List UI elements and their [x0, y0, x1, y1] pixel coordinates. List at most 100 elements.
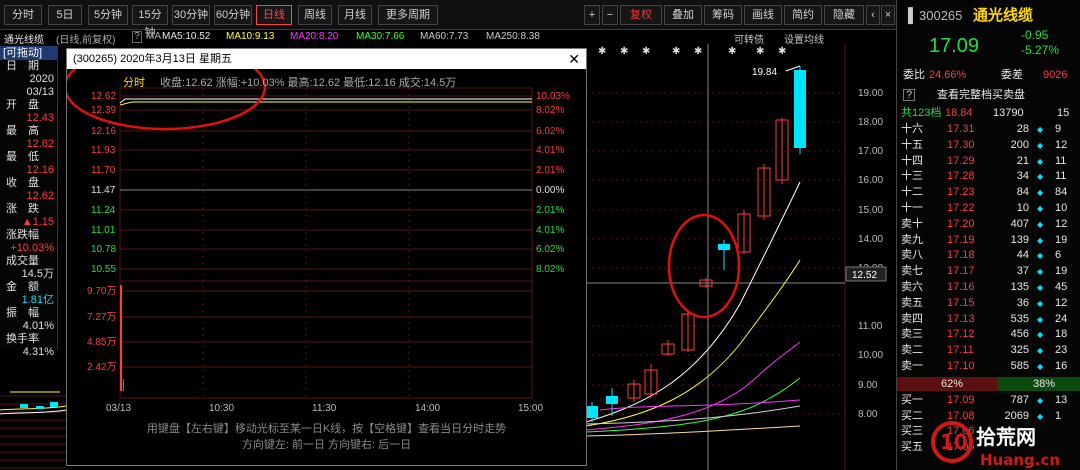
- info-value: 14.5万: [21, 268, 54, 280]
- order-book-vol: 10: [1016, 202, 1029, 214]
- info-label: 涨跌幅: [6, 229, 39, 241]
- intraday-avg-line: [119, 101, 532, 106]
- menu-icon[interactable]: ▐: [903, 8, 913, 23]
- full-book-row[interactable]: ? 查看完整档买卖盘: [897, 88, 1080, 103]
- intraday-pct-tick: 6.02%: [536, 126, 564, 137]
- help-icon[interactable]: ?: [132, 31, 142, 43]
- period-tab-weekly[interactable]: 周线: [298, 5, 332, 25]
- order-book-row: 卖五 17.15 36 12 ◆: [897, 296, 1080, 311]
- order-book-vol: 200: [1010, 138, 1029, 151]
- period-tab-5min[interactable]: 5分钟: [88, 5, 128, 25]
- book-total-row: 共123档 18.84 13790 15: [897, 106, 1080, 121]
- zoom-in-button[interactable]: +: [584, 5, 600, 25]
- order-book-vol: 407: [1010, 217, 1029, 230]
- period-tab-5day[interactable]: 5日: [48, 5, 82, 25]
- close-icon[interactable]: ✕: [568, 50, 580, 68]
- site-watermark: 10 拾荒网 Huang.cn: [930, 418, 1080, 470]
- period-tab-15min[interactable]: 15分钟: [132, 5, 168, 39]
- order-book-vol: 325: [1010, 344, 1029, 357]
- order-book-row: 十四 17.29 21 11 ◆: [897, 154, 1080, 169]
- info-value: 03/13: [26, 86, 54, 98]
- ma10-value: MA10:9.13: [226, 31, 275, 42]
- volume-bar: [120, 285, 122, 391]
- diamond-icon: ◆: [1037, 172, 1044, 182]
- order-book-label: 卖一: [901, 360, 923, 372]
- order-book-n: 9: [1055, 123, 1062, 135]
- stock-code: 300265: [919, 8, 963, 23]
- chips-button[interactable]: 筹码: [704, 5, 742, 25]
- y-tick-label: 17.00: [858, 146, 883, 157]
- drag-handle[interactable]: [可拖动]: [0, 46, 57, 60]
- order-book-vol: 28: [1016, 123, 1029, 135]
- ma30-value: MA30:7.66: [356, 31, 405, 42]
- order-book-row: 卖三 17.12 456 18 ◆: [897, 327, 1080, 342]
- info-label: 金 额: [6, 281, 39, 293]
- overlay-button[interactable]: 叠加: [664, 5, 702, 25]
- order-book-row: 卖七 17.17 37 19 ◆: [897, 264, 1080, 279]
- volume-tick: 4.85万: [87, 337, 116, 348]
- zoom-out-button[interactable]: −: [602, 5, 618, 25]
- period-tab-daily[interactable]: 日线: [256, 5, 292, 25]
- bar-info-panel[interactable]: [可拖动] 日 期 2020 03/13 开 盘 12.43 最 高 12.62 最 低 12.…: [0, 46, 58, 358]
- draw-line-button[interactable]: 画线: [744, 5, 782, 25]
- diamond-icon: ◆: [1037, 283, 1044, 292]
- popup-hint-keys: 方向键左: 前一日 方向键右: 后一日: [241, 439, 412, 451]
- order-book-row: 卖八 17.18 44 6 ◆: [897, 248, 1080, 263]
- ratio-right: 38%: [1033, 378, 1056, 390]
- ma-legend: 通光线缆 (日线,前复权) ? MA MA5:10.52 MA10:9.13 M…: [0, 30, 896, 46]
- period-tab-more[interactable]: 更多周期: [378, 5, 438, 25]
- order-book-price: 17.19: [947, 233, 975, 246]
- order-book-row: 十二 17.23 84 84 ◆: [897, 185, 1080, 200]
- ma10-line: [585, 259, 801, 427]
- order-book-vol: 535: [1010, 312, 1029, 325]
- diamond-icon: ◆: [1037, 156, 1044, 166]
- order-book-price: 17.31: [947, 123, 975, 135]
- order-book-row: 卖四 17.13 535 24 ◆: [897, 312, 1080, 327]
- event-star-icon: ✱: [694, 46, 702, 57]
- last-price: 17.09: [929, 35, 980, 57]
- volume-bar: [123, 379, 124, 391]
- order-book-label: 十四: [901, 154, 923, 167]
- price-row: 17.09 -0.95 -5.27%: [897, 28, 1080, 58]
- full-book-link[interactable]: 查看完整档买卖盘: [937, 88, 1025, 103]
- help-icon[interactable]: ?: [903, 89, 915, 101]
- order-book-price: 17.30: [947, 138, 975, 151]
- order-book-vol: 37: [1016, 265, 1029, 278]
- hide-button[interactable]: 隐藏: [824, 5, 864, 25]
- order-book-row: 卖九 17.19 139 19 ◆: [897, 233, 1080, 248]
- prev-arrow-icon[interactable]: ‹: [866, 5, 880, 25]
- order-book-label: 卖四: [901, 312, 923, 325]
- event-star-icon: ✱: [672, 46, 680, 57]
- order-book-n: 45: [1055, 281, 1068, 293]
- y-tick-label: 15.00: [858, 205, 883, 216]
- order-book-price: 17.23: [947, 186, 975, 199]
- popup-info: 分时 收盘:12.62 涨幅:+10.03% 最高:12.62 最低:12.16…: [123, 74, 456, 90]
- adjust-button[interactable]: 复权: [620, 5, 662, 25]
- y-tick-label: 19.00: [858, 88, 883, 99]
- order-book-vol: 36: [1016, 296, 1029, 309]
- order-book-price: 17.28: [947, 170, 975, 183]
- order-book-n: 16: [1055, 360, 1068, 372]
- period-tab-60min[interactable]: 60分钟: [214, 5, 252, 25]
- order-book-price: 17.17: [947, 265, 975, 278]
- order-book-n: 12: [1055, 138, 1068, 151]
- popup-tab: 分时: [123, 77, 145, 89]
- info-value: 1.81亿: [21, 294, 54, 306]
- period-tab-30min[interactable]: 30分钟: [172, 5, 210, 25]
- order-book-price: 17.15: [947, 296, 975, 309]
- info-label: 开 盘: [6, 99, 39, 111]
- order-book-price: 17.12: [947, 328, 975, 341]
- y-tick-label: 8.00: [858, 409, 878, 420]
- ma-label: MA: [146, 31, 161, 42]
- period-tab-monthly[interactable]: 月线: [338, 5, 372, 25]
- order-book-n: 11: [1055, 170, 1067, 183]
- candle-body: [36, 406, 44, 409]
- order-book-n: 84: [1055, 186, 1068, 199]
- close-x-icon[interactable]: ×: [881, 5, 895, 25]
- simple-button[interactable]: 简约: [784, 5, 822, 25]
- order-book-row: 十三 17.28 34 11 ◆: [897, 169, 1080, 184]
- period-tab-intraday[interactable]: 分时: [4, 5, 42, 25]
- intraday-pct-tick: 8.02%: [536, 105, 564, 116]
- intraday-popup[interactable]: 12.62 12.39 12.16 11.93 11.70 11.47 11.24 11.01…: [66, 48, 587, 466]
- order-book-row: 卖六 17.16 135 45 ◆: [897, 280, 1080, 295]
